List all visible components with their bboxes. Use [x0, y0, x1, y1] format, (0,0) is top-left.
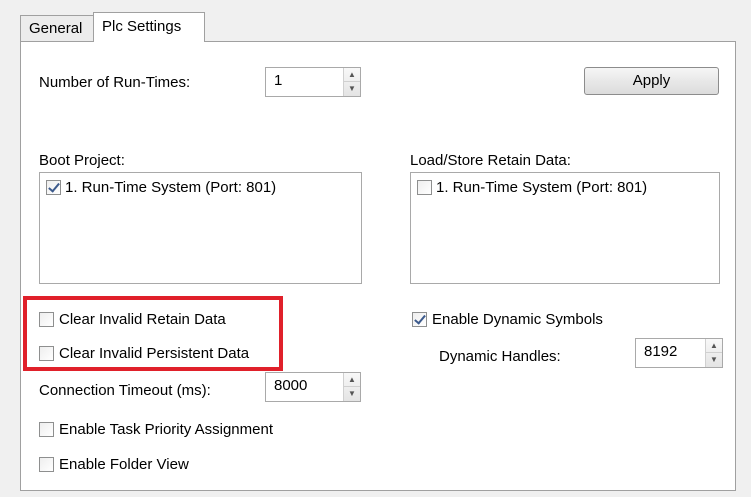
boot-project-label: Boot Project:: [39, 152, 125, 169]
boot-project-item[interactable]: 1. Run-Time System (Port: 801): [46, 179, 276, 196]
dynamic-handles-label: Dynamic Handles:: [439, 348, 561, 365]
tab-plc-settings-label: Plc Settings: [102, 18, 182, 35]
spin-up-icon[interactable]: ▲: [706, 339, 722, 353]
retain-data-list[interactable]: 1. Run-Time System (Port: 801): [410, 172, 720, 284]
dynamic-handles-spin-arrows[interactable]: ▲ ▼: [705, 339, 722, 367]
checkbox-checked-icon[interactable]: [46, 180, 61, 195]
tab-plc-settings[interactable]: Plc Settings: [93, 12, 205, 42]
enable-folder-view-checkbox[interactable]: Enable Folder View: [39, 456, 189, 473]
connection-timeout-spinbox[interactable]: 8000 ▲ ▼: [265, 372, 361, 402]
enable-dynamic-symbols-checkbox[interactable]: Enable Dynamic Symbols: [412, 311, 603, 328]
enable-dynamic-symbols-label: Enable Dynamic Symbols: [432, 311, 603, 328]
spin-down-icon[interactable]: ▼: [344, 82, 360, 96]
checkbox-icon[interactable]: [417, 180, 432, 195]
spin-down-icon[interactable]: ▼: [344, 387, 360, 401]
checkbox-icon[interactable]: [39, 422, 54, 437]
runtimes-value: 1: [274, 72, 283, 89]
dynamic-handles-spinbox[interactable]: 8192 ▲ ▼: [635, 338, 723, 368]
spin-up-icon[interactable]: ▲: [344, 68, 360, 82]
boot-project-list[interactable]: 1. Run-Time System (Port: 801): [39, 172, 362, 284]
retain-data-item[interactable]: 1. Run-Time System (Port: 801): [417, 179, 647, 196]
tab-general[interactable]: General: [20, 15, 94, 42]
spin-down-icon[interactable]: ▼: [706, 353, 722, 367]
retain-data-label: Load/Store Retain Data:: [410, 152, 571, 169]
enable-task-priority-label: Enable Task Priority Assignment: [59, 421, 273, 438]
highlight-box: [23, 296, 283, 371]
checkbox-checked-icon[interactable]: [412, 312, 427, 327]
runtimes-spinbox[interactable]: 1 ▲ ▼: [265, 67, 361, 97]
connection-timeout-spin-arrows[interactable]: ▲ ▼: [343, 373, 360, 401]
dynamic-handles-value: 8192: [644, 343, 678, 360]
apply-button[interactable]: Apply: [584, 67, 719, 95]
connection-timeout-value: 8000: [274, 377, 308, 394]
spin-up-icon[interactable]: ▲: [344, 373, 360, 387]
tab-general-label: General: [29, 20, 83, 37]
boot-project-item-label: 1. Run-Time System (Port: 801): [65, 179, 277, 196]
checkbox-icon[interactable]: [39, 457, 54, 472]
connection-timeout-label: Connection Timeout (ms):: [39, 382, 211, 399]
enable-task-priority-checkbox[interactable]: Enable Task Priority Assignment: [39, 421, 273, 438]
settings-panel: Number of Run-Times: 1 ▲ ▼ Apply Boot Pr…: [20, 41, 736, 491]
runtimes-spin-arrows[interactable]: ▲ ▼: [343, 68, 360, 96]
runtimes-label: Number of Run-Times:: [39, 74, 191, 91]
enable-folder-view-label: Enable Folder View: [59, 456, 189, 473]
retain-data-item-label: 1. Run-Time System (Port: 801): [436, 179, 648, 196]
